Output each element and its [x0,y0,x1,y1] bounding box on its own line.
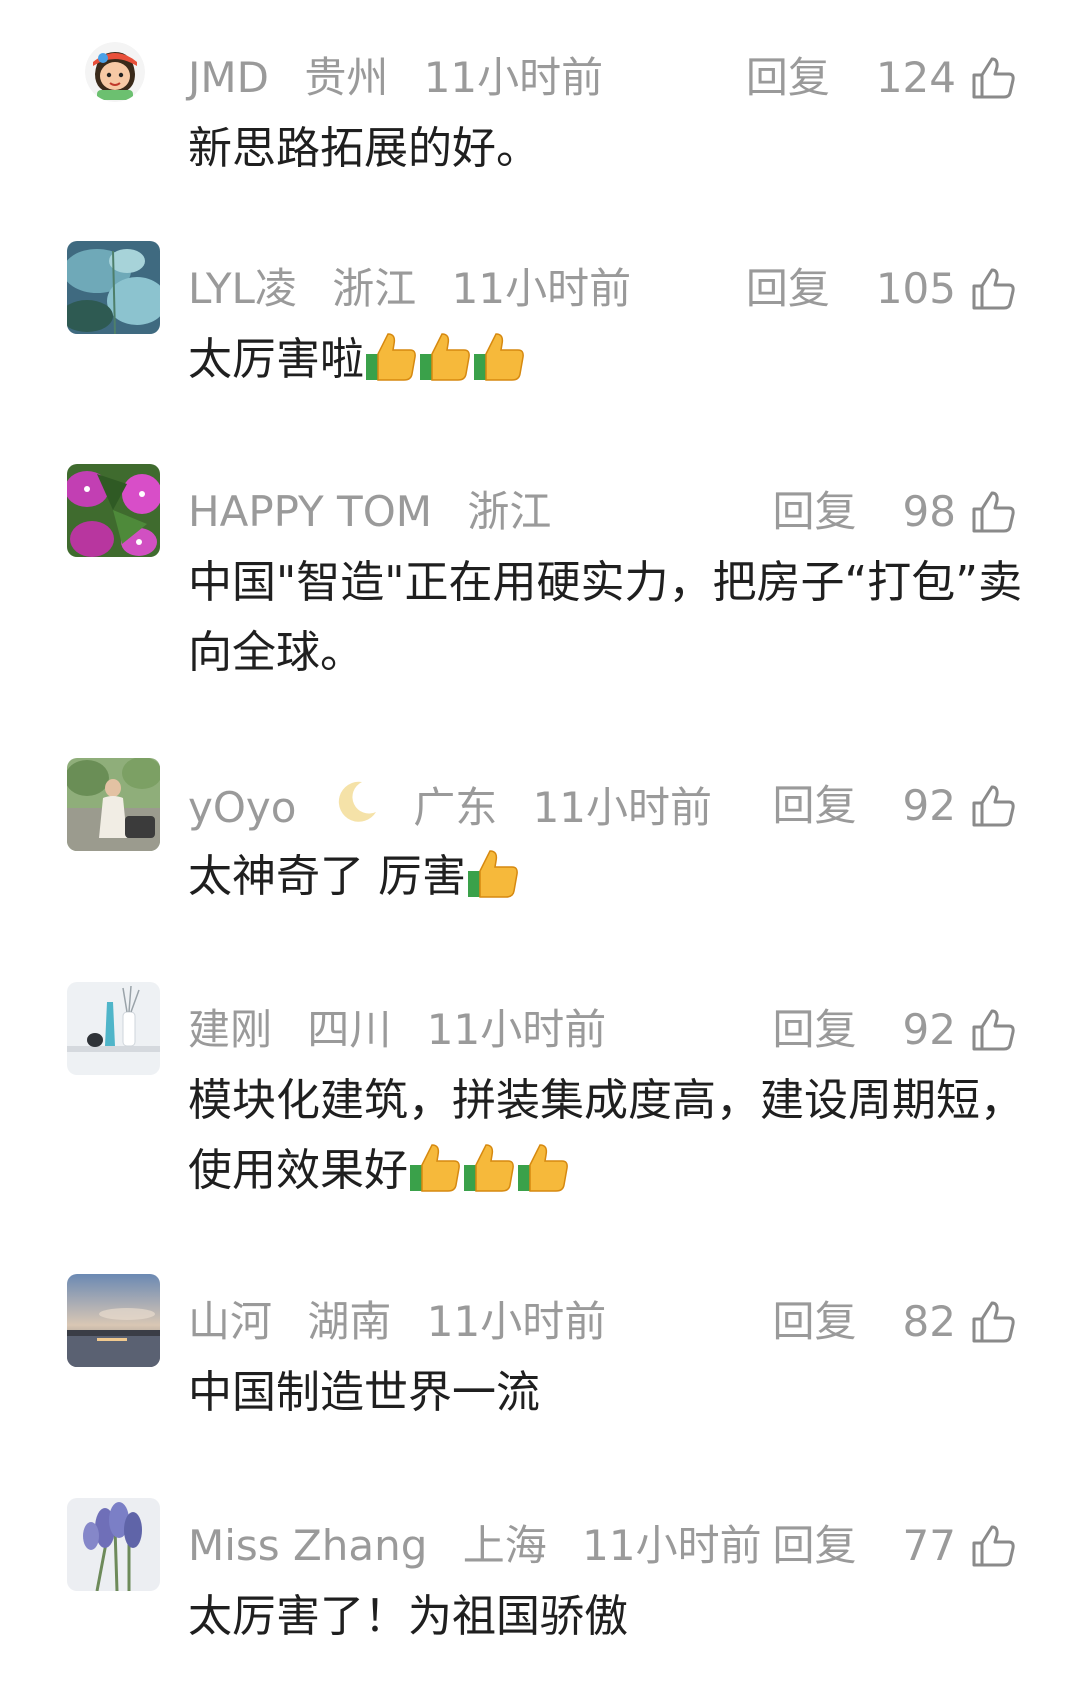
like-count: 98 [902,487,956,536]
reply-button[interactable]: 回复 [746,50,830,106]
comment-meta: 建刚 四川 11小时前 [188,1002,628,1058]
purple-flowers-avatar-icon [67,464,160,557]
like-count: 92 [902,781,956,830]
thumbs-up-emoji-icon [472,330,526,382]
location: 广东 [413,783,498,832]
reply-button[interactable]: 回复 [773,1518,857,1574]
comment-body: 太厉害啦 [188,334,364,385]
comment-text: 模块化建筑，拼装集成度高，建设周期短，使用效果好 [188,1066,1028,1206]
username[interactable]: 建刚 [188,1005,272,1054]
timestamp: 11小时前 [451,264,632,313]
comment-actions: 回复 77 [773,1518,1016,1574]
avatar[interactable] [67,1274,160,1367]
like-count: 77 [902,1521,956,1570]
thumbs-up-icon[interactable] [970,1299,1016,1345]
avatar[interactable] [67,464,160,557]
timestamp: 11小时前 [426,1005,607,1054]
comment-meta: LYL凌 浙江 11小时前 [188,261,653,317]
like-count: 124 [875,53,956,102]
username[interactable]: JMD [188,53,269,102]
reply-button[interactable]: 回复 [773,1294,857,1350]
reply-button[interactable]: 回复 [746,261,830,317]
comment-meta: Miss Zhang 上海 11小时前 [188,1518,784,1574]
thumbs-up-icon[interactable] [970,1007,1016,1053]
avatar[interactable] [67,1498,160,1591]
username[interactable]: HAPPY TOM [188,487,432,536]
timestamp: 11小时前 [423,53,604,102]
timestamp: 11小时前 [582,1521,762,1570]
lotus-leaves-avatar-icon [67,241,160,334]
vases-avatar-icon [67,982,160,1075]
thumbs-up-emoji-icon [516,1141,570,1193]
comment-meta: JMD 贵州 11小时前 [188,50,625,106]
thumbs-up-icon[interactable] [970,1523,1016,1569]
comment-body: 模块化建筑，拼装集成度高，建设周期短，使用效果好 [188,1075,1024,1196]
comment-actions: 回复 82 [773,1294,1016,1350]
comment-actions: 回复 105 [746,261,1016,317]
comment-text: 太厉害了！为祖国骄傲 [188,1582,1028,1652]
comment-body: 太神奇了 厉害 [188,851,466,902]
comment-text: 中国制造世界一流 [188,1358,1028,1428]
comment-text: 中国"智造"正在用硬实力，把房子“打包”卖向全球。 [188,548,1028,688]
reply-button[interactable]: 回复 [773,484,857,540]
comment-text: 太厉害啦 [188,325,1028,395]
comment-body: 中国制造世界一流 [188,1367,540,1418]
avatar[interactable] [67,758,160,851]
location: 四川 [307,1005,392,1054]
thumbs-up-icon[interactable] [970,266,1016,312]
username[interactable]: yOyo [188,783,296,832]
thumbs-up-emoji-icon [364,330,418,382]
comment-actions: 回复 124 [746,50,1016,106]
username[interactable]: LYL凌 [188,264,297,313]
comment-body: 新思路拓展的好。 [188,123,540,174]
comment-text: 新思路拓展的好。 [188,114,1028,184]
thumbs-up-emoji-icon [466,847,520,899]
thumbs-up-icon[interactable] [970,489,1016,535]
comment-actions: 回复 92 [773,1002,1016,1058]
sunset-lake-avatar-icon [67,1274,160,1367]
thumbs-up-icon[interactable] [970,55,1016,101]
location: 浙江 [467,487,552,536]
location: 贵州 [304,53,389,102]
person-photo-avatar-icon [67,758,160,851]
username[interactable]: Miss Zhang [188,1521,427,1570]
comment-body: 中国"智造"正在用硬实力，把房子“打包”卖向全球。 [188,557,1023,678]
location: 上海 [462,1521,547,1570]
thumbs-up-icon[interactable] [970,783,1016,829]
location: 浙江 [332,264,417,313]
avatar[interactable] [85,42,145,102]
comment-list: JMD 贵州 11小时前 回复 124 新思路拓展的好。 LYL凌 浙江 11小… [0,0,1080,1699]
reply-button[interactable]: 回复 [773,1002,857,1058]
username[interactable]: 山河 [188,1297,272,1346]
comment-meta: HAPPY TOM 浙江 [188,484,573,540]
avatar[interactable] [67,982,160,1075]
comment-body: 太厉害了！为祖国骄傲 [188,1591,628,1642]
cartoon-girl-avatar-icon [85,42,145,102]
timestamp: 11小时前 [532,783,713,832]
comment-actions: 回复 92 [773,778,1016,834]
thumbs-up-emoji-icon [462,1141,516,1193]
like-count: 105 [875,264,956,313]
crescent-moon-icon [338,781,376,822]
comment-text: 太神奇了 厉害 [188,842,1028,912]
comment-meta: 山河 湖南 11小时前 [188,1294,628,1350]
thumbs-up-emoji-icon [418,330,472,382]
avatar[interactable] [67,241,160,334]
reply-button[interactable]: 回复 [773,778,857,834]
comment-meta: yOyo 广东 11小时前 [188,778,734,834]
like-count: 82 [902,1297,956,1346]
thumbs-up-emoji-icon [408,1141,462,1193]
lavender-avatar-icon [67,1498,160,1591]
comment-actions: 回复 98 [773,484,1016,540]
location: 湖南 [307,1297,392,1346]
timestamp: 11小时前 [426,1297,607,1346]
like-count: 92 [902,1005,956,1054]
